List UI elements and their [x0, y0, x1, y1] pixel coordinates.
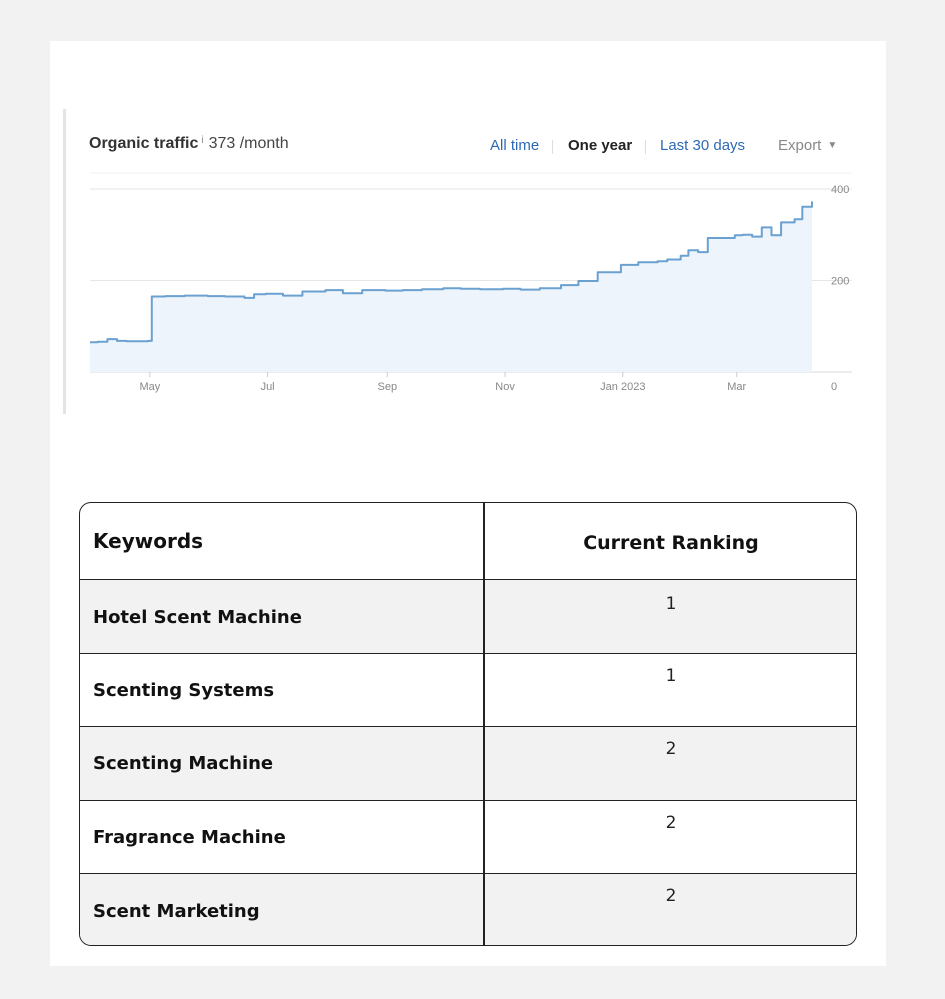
ranking-cell: 2	[665, 886, 677, 906]
column-divider	[483, 874, 485, 945]
column-divider	[483, 801, 485, 874]
range-separator	[552, 140, 553, 154]
range-separator	[645, 140, 646, 154]
table-row: Scenting Systems 1	[80, 653, 856, 727]
keyword-cell: Fragrance Machine	[93, 827, 286, 848]
keyword-cell: Scenting Machine	[93, 753, 274, 774]
table-row: Scenting Machine 2	[80, 726, 856, 801]
keyword-cell: Scent Marketing	[93, 901, 260, 922]
table-row: Hotel Scent Machine 1	[80, 579, 856, 654]
export-button[interactable]: Export ▼	[778, 137, 837, 154]
keyword-cell: Scenting Systems	[93, 680, 275, 701]
info-icon[interactable]: i	[201, 135, 203, 146]
ranking-cell: 2	[665, 813, 677, 833]
export-label: Export	[778, 137, 822, 154]
header-keywords: Keywords	[93, 529, 204, 553]
ranking-cell: 2	[665, 739, 677, 759]
chevron-down-icon: ▼	[827, 140, 838, 151]
organic-traffic-header: Organic traffic i 373 /month	[89, 135, 289, 153]
table-header-row: Keywords Current Ranking	[80, 503, 856, 580]
range-all-time-button[interactable]: All time	[490, 137, 539, 154]
keyword-cell: Hotel Scent Machine	[93, 607, 302, 628]
header-current-ranking: Current Ranking	[583, 532, 759, 554]
organic-traffic-value: 373 /month	[208, 135, 289, 152]
ranking-cell: 1	[665, 666, 677, 686]
table-row: Scent Marketing 2	[80, 873, 856, 945]
organic-traffic-title: Organic traffic	[89, 135, 199, 152]
range-last-30-days-button[interactable]: Last 30 days	[660, 137, 745, 154]
range-one-year-button[interactable]: One year	[568, 137, 632, 154]
table-row: Fragrance Machine 2	[80, 800, 856, 874]
keywords-table: Keywords Current Ranking Hotel Scent Mac…	[79, 502, 857, 946]
column-divider	[483, 580, 485, 654]
column-divider	[483, 654, 485, 727]
ranking-cell: 1	[665, 594, 677, 614]
chart-panel	[63, 109, 866, 414]
